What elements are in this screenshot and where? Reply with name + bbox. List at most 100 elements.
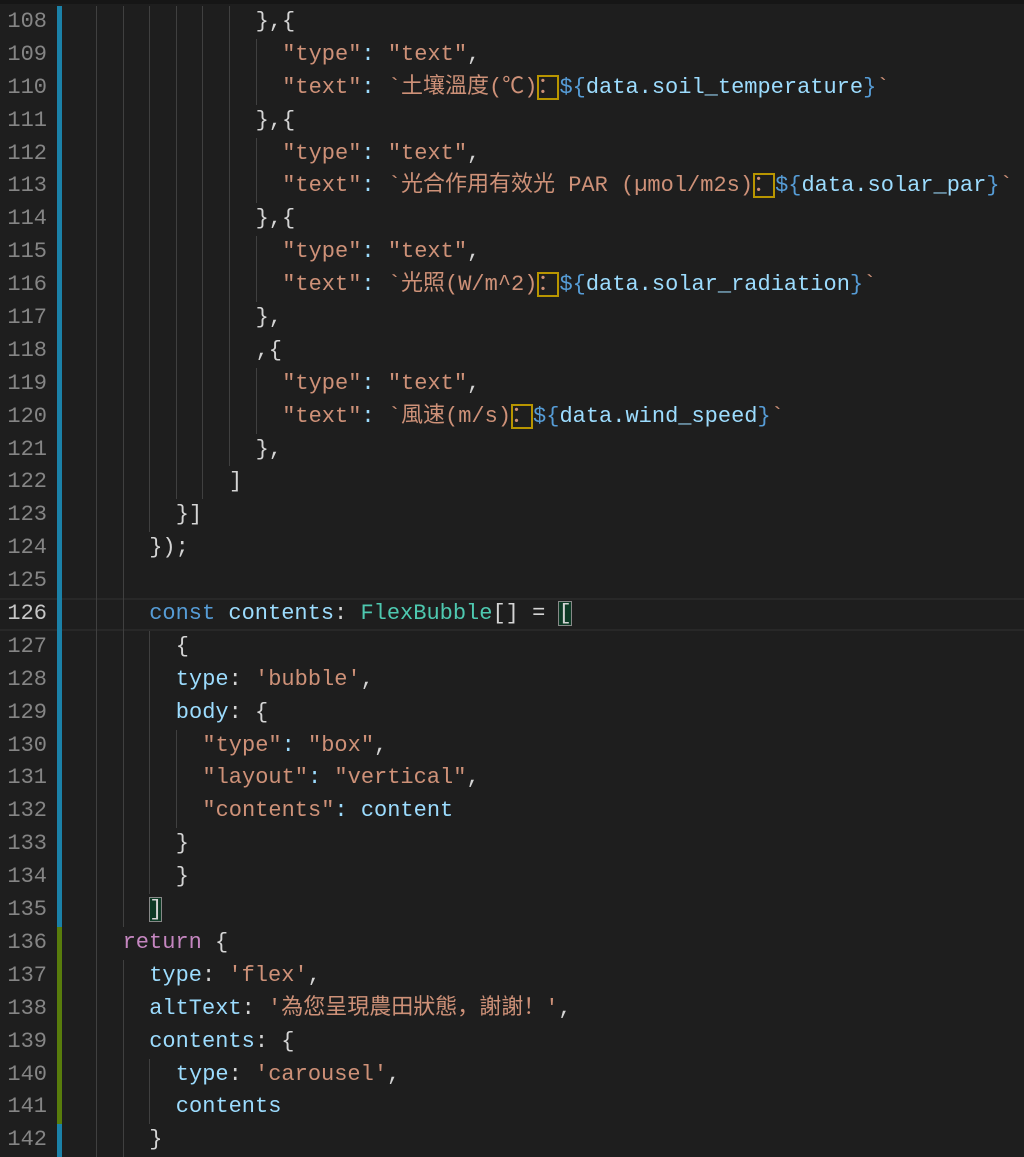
code-text[interactable]: type: 'flex', (149, 960, 321, 993)
modified-lines-indicator[interactable] (57, 367, 62, 401)
code-text[interactable]: } (176, 861, 189, 894)
code-line[interactable]: 112 "type": "text", (0, 137, 1024, 171)
code-text[interactable]: ] (149, 894, 163, 927)
code-line[interactable]: 115 "type": "text", (0, 236, 1024, 270)
line-number[interactable]: 129 (0, 697, 47, 730)
modified-lines-indicator[interactable] (57, 532, 62, 566)
modified-lines-indicator[interactable] (57, 400, 62, 434)
code-text[interactable]: type: 'carousel', (176, 1059, 400, 1092)
code-line[interactable]: 123}] (0, 499, 1024, 533)
modified-lines-indicator[interactable] (57, 269, 62, 303)
line-number[interactable]: 136 (0, 927, 47, 960)
code-line[interactable]: 131 "layout": "vertical", (0, 762, 1024, 796)
line-number[interactable]: 125 (0, 565, 47, 598)
modified-lines-indicator[interactable] (57, 565, 62, 599)
code-line[interactable]: 127 { (0, 630, 1024, 664)
code-text[interactable]: "type": "box", (202, 730, 387, 763)
modified-lines-indicator[interactable] (57, 1124, 62, 1157)
line-number[interactable]: 123 (0, 499, 47, 532)
modified-lines-indicator[interactable] (57, 828, 62, 862)
modified-lines-indicator[interactable] (57, 203, 62, 237)
added-lines-indicator[interactable] (57, 1025, 62, 1059)
line-number[interactable]: 134 (0, 861, 47, 894)
line-number[interactable]: 133 (0, 828, 47, 861)
modified-lines-indicator[interactable] (57, 71, 62, 105)
line-number[interactable]: 111 (0, 105, 47, 138)
modified-lines-indicator[interactable] (57, 334, 62, 368)
modified-lines-indicator[interactable] (57, 729, 62, 763)
code-text[interactable]: "type": "text", (282, 39, 480, 72)
line-number[interactable]: 138 (0, 993, 47, 1026)
line-number[interactable]: 114 (0, 203, 47, 236)
code-line[interactable]: 139 contents: { (0, 1025, 1024, 1059)
code-line[interactable]: 125 (0, 565, 1024, 599)
code-text[interactable]: "text": `土壤溫度(℃)：${data.soil_temperature… (282, 72, 890, 105)
line-number[interactable]: 141 (0, 1091, 47, 1124)
line-number[interactable]: 135 (0, 894, 47, 927)
code-text[interactable]: return { (123, 927, 229, 960)
added-lines-indicator[interactable] (57, 992, 62, 1026)
code-text[interactable]: type: 'bubble', (176, 664, 374, 697)
line-number[interactable]: 115 (0, 236, 47, 269)
line-number[interactable]: 113 (0, 170, 47, 203)
line-number[interactable]: 116 (0, 269, 47, 302)
line-number[interactable]: 142 (0, 1124, 47, 1157)
code-line[interactable]: 138 altText: '為您呈現農田狀態，謝謝！', (0, 992, 1024, 1026)
code-line[interactable]: 140 type: 'carousel', (0, 1058, 1024, 1092)
code-line[interactable]: 137 type: 'flex', (0, 959, 1024, 993)
code-text[interactable]: }] (176, 499, 202, 532)
modified-lines-indicator[interactable] (57, 302, 62, 335)
code-line[interactable]: 142} (0, 1124, 1024, 1157)
code-line[interactable]: 118 ,{ (0, 334, 1024, 368)
added-lines-indicator[interactable] (57, 926, 62, 960)
line-number[interactable]: 127 (0, 631, 47, 664)
code-text[interactable]: } (176, 828, 189, 861)
modified-lines-indicator[interactable] (57, 795, 62, 829)
code-line[interactable]: 111},{ (0, 104, 1024, 138)
code-editor[interactable]: 108},{109 "type": "text", 110 "text": `土壤溫度… (0, 6, 1024, 1157)
code-line[interactable]: 129 body: { (0, 696, 1024, 730)
code-line[interactable]: 119 "type": "text", (0, 367, 1024, 401)
code-text[interactable]: "type": "text", (282, 138, 480, 171)
line-number[interactable]: 137 (0, 960, 47, 993)
line-number[interactable]: 122 (0, 466, 47, 499)
modified-lines-indicator[interactable] (57, 598, 62, 631)
code-text[interactable]: "text": `光合作用有效光 PAR (µmol/m2s)：${data.s… (282, 170, 1013, 203)
modified-lines-indicator[interactable] (57, 499, 62, 533)
modified-lines-indicator[interactable] (57, 137, 62, 171)
modified-lines-indicator[interactable] (57, 6, 62, 39)
code-line[interactable]: 109 "type": "text", (0, 38, 1024, 72)
code-line[interactable]: 141 contents (0, 1091, 1024, 1125)
code-text[interactable]: }, (256, 302, 282, 335)
code-line[interactable]: 114 },{ (0, 203, 1024, 237)
modified-lines-indicator[interactable] (57, 894, 62, 927)
modified-lines-indicator[interactable] (57, 466, 62, 500)
line-number[interactable]: 109 (0, 39, 47, 72)
line-number[interactable]: 128 (0, 664, 47, 697)
code-text[interactable]: },{ (256, 203, 296, 236)
code-text[interactable]: "text": `風速(m/s)：${data.wind_speed}` (282, 401, 784, 434)
code-line[interactable]: 121}, (0, 433, 1024, 467)
code-text[interactable]: contents: { (149, 1026, 294, 1059)
code-text[interactable]: }); (149, 532, 189, 565)
line-number[interactable]: 117 (0, 302, 47, 335)
modified-lines-indicator[interactable] (57, 663, 62, 697)
code-text[interactable]: "type": "text", (282, 368, 480, 401)
line-number[interactable]: 124 (0, 532, 47, 565)
code-line[interactable]: 124}); (0, 532, 1024, 566)
code-text[interactable]: ] (229, 466, 242, 499)
code-text[interactable]: "contents": content (202, 795, 453, 828)
modified-lines-indicator[interactable] (57, 696, 62, 730)
code-text[interactable]: ,{ (256, 335, 282, 368)
modified-lines-indicator[interactable] (57, 762, 62, 796)
line-number[interactable]: 118 (0, 335, 47, 368)
code-text[interactable]: contents (176, 1091, 282, 1124)
code-text[interactable]: "text": `光照(W/m^2)：${data.solar_radiatio… (282, 269, 876, 302)
line-number[interactable]: 108 (0, 6, 47, 39)
code-text[interactable]: const contents: FlexBubble[] = [ (149, 598, 572, 631)
code-line[interactable]: 116 "text": `光照(W/m^2)：${data.solar_radia… (0, 269, 1024, 303)
code-text[interactable]: } (149, 1124, 162, 1157)
line-number[interactable]: 139 (0, 1026, 47, 1059)
code-line[interactable]: 136 return { (0, 926, 1024, 960)
modified-lines-indicator[interactable] (57, 38, 62, 72)
